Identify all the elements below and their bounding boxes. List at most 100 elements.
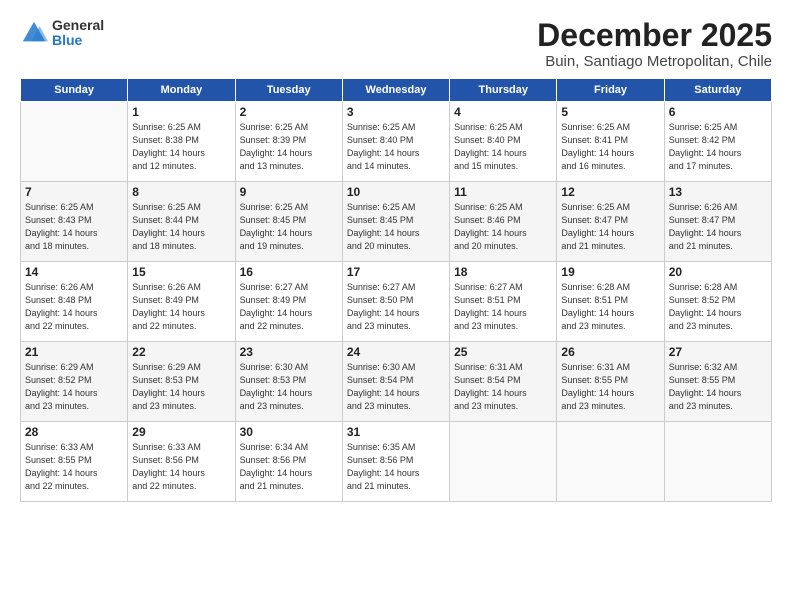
day-number: 6 xyxy=(669,105,767,119)
day-cell: 7 Sunrise: 6:25 AM Sunset: 8:43 PM Daylig… xyxy=(21,182,128,262)
month-title: December 2025 xyxy=(537,18,772,53)
day-cell: 25Sunrise: 6:31 AM Sunset: 8:54 PM Dayli… xyxy=(450,342,557,422)
day-number: 26 xyxy=(561,345,659,359)
day-info: Sunrise: 6:31 AM Sunset: 8:55 PM Dayligh… xyxy=(561,361,659,413)
logo-icon xyxy=(20,19,48,47)
day-info: Sunrise: 6:28 AM Sunset: 8:52 PM Dayligh… xyxy=(669,281,767,333)
day-info: Sunrise: 6:28 AM Sunset: 8:51 PM Dayligh… xyxy=(561,281,659,333)
header-cell-thursday: Thursday xyxy=(450,79,557,102)
day-number: 11 xyxy=(454,185,552,199)
day-cell: 24 Sunrise: 6:30 AM Sunset: 8:54 PM Dayli… xyxy=(342,342,449,422)
day-info: Sunrise: 6:27 AM Sunset: 8:51 PM Dayligh… xyxy=(454,281,552,333)
day-number: 7 xyxy=(25,185,123,199)
day-number: 2 xyxy=(240,105,338,119)
day-info: Sunrise: 6:25 AM Sunset: 8:47 PM Dayligh… xyxy=(561,201,659,253)
day-number: 10 xyxy=(347,185,445,199)
day-cell: 13 Sunrise: 6:26 AM Sunset: 8:47 PM Dayli… xyxy=(664,182,771,262)
day-number: 8 xyxy=(132,185,230,199)
day-number: 22 xyxy=(132,345,230,359)
day-info: Sunrise: 6:33 AM Sunset: 8:55 PM Dayligh… xyxy=(25,441,123,493)
day-cell: 3 Sunrise: 6:25 AM Sunset: 8:40 PM Daylig… xyxy=(342,102,449,182)
day-info: Sunrise: 6:25 AM Sunset: 8:43 PM Dayligh… xyxy=(25,201,123,253)
day-info: Sunrise: 6:30 AM Sunset: 8:54 PM Dayligh… xyxy=(347,361,445,413)
day-info: Sunrise: 6:25 AM Sunset: 8:45 PM Dayligh… xyxy=(240,201,338,253)
day-cell: 10 Sunrise: 6:25 AM Sunset: 8:45 PM Dayli… xyxy=(342,182,449,262)
day-cell: 1Sunrise: 6:25 AM Sunset: 8:38 PM Daylig… xyxy=(128,102,235,182)
header-row: SundayMondayTuesdayWednesdayThursdayFrid… xyxy=(21,79,772,102)
header-cell-tuesday: Tuesday xyxy=(235,79,342,102)
day-cell: 16Sunrise: 6:27 AM Sunset: 8:49 PM Dayli… xyxy=(235,262,342,342)
calendar-header: SundayMondayTuesdayWednesdayThursdayFrid… xyxy=(21,79,772,102)
week-row-1: 7 Sunrise: 6:25 AM Sunset: 8:43 PM Daylig… xyxy=(21,182,772,262)
subtitle: Buin, Santiago Metropolitan, Chile xyxy=(537,53,772,70)
day-cell: 20 Sunrise: 6:28 AM Sunset: 8:52 PM Dayli… xyxy=(664,262,771,342)
day-number: 23 xyxy=(240,345,338,359)
logo-general: General xyxy=(52,18,104,33)
day-number: 13 xyxy=(669,185,767,199)
day-cell: 27Sunrise: 6:32 AM Sunset: 8:55 PM Dayli… xyxy=(664,342,771,422)
day-cell: 17 Sunrise: 6:27 AM Sunset: 8:50 PM Dayli… xyxy=(342,262,449,342)
day-cell: 11 Sunrise: 6:25 AM Sunset: 8:46 PM Dayli… xyxy=(450,182,557,262)
day-number: 31 xyxy=(347,425,445,439)
day-number: 21 xyxy=(25,345,123,359)
calendar-table: SundayMondayTuesdayWednesdayThursdayFrid… xyxy=(20,78,772,502)
header-cell-sunday: Sunday xyxy=(21,79,128,102)
day-info: Sunrise: 6:25 AM Sunset: 8:45 PM Dayligh… xyxy=(347,201,445,253)
day-number: 17 xyxy=(347,265,445,279)
day-number: 24 xyxy=(347,345,445,359)
header: General Blue December 2025 Buin, Santiag… xyxy=(20,18,772,70)
day-number: 4 xyxy=(454,105,552,119)
day-info: Sunrise: 6:29 AM Sunset: 8:52 PM Dayligh… xyxy=(25,361,123,413)
day-info: Sunrise: 6:30 AM Sunset: 8:53 PM Dayligh… xyxy=(240,361,338,413)
day-cell: 9 Sunrise: 6:25 AM Sunset: 8:45 PM Daylig… xyxy=(235,182,342,262)
day-cell xyxy=(21,102,128,182)
day-cell: 21 Sunrise: 6:29 AM Sunset: 8:52 PM Dayli… xyxy=(21,342,128,422)
day-cell: 14Sunrise: 6:26 AM Sunset: 8:48 PM Dayli… xyxy=(21,262,128,342)
header-cell-saturday: Saturday xyxy=(664,79,771,102)
week-row-4: 28 Sunrise: 6:33 AM Sunset: 8:55 PM Dayli… xyxy=(21,422,772,502)
day-info: Sunrise: 6:33 AM Sunset: 8:56 PM Dayligh… xyxy=(132,441,230,493)
day-cell xyxy=(450,422,557,502)
page: General Blue December 2025 Buin, Santiag… xyxy=(0,0,792,512)
day-number: 28 xyxy=(25,425,123,439)
day-cell: 12Sunrise: 6:25 AM Sunset: 8:47 PM Dayli… xyxy=(557,182,664,262)
day-number: 19 xyxy=(561,265,659,279)
day-cell xyxy=(664,422,771,502)
day-cell: 4Sunrise: 6:25 AM Sunset: 8:40 PM Daylig… xyxy=(450,102,557,182)
day-cell: 6 Sunrise: 6:25 AM Sunset: 8:42 PM Daylig… xyxy=(664,102,771,182)
day-cell: 5Sunrise: 6:25 AM Sunset: 8:41 PM Daylig… xyxy=(557,102,664,182)
day-cell: 23 Sunrise: 6:30 AM Sunset: 8:53 PM Dayli… xyxy=(235,342,342,422)
day-info: Sunrise: 6:34 AM Sunset: 8:56 PM Dayligh… xyxy=(240,441,338,493)
day-number: 27 xyxy=(669,345,767,359)
day-cell: 28 Sunrise: 6:33 AM Sunset: 8:55 PM Dayli… xyxy=(21,422,128,502)
day-info: Sunrise: 6:25 AM Sunset: 8:41 PM Dayligh… xyxy=(561,121,659,173)
day-info: Sunrise: 6:25 AM Sunset: 8:42 PM Dayligh… xyxy=(669,121,767,173)
header-cell-wednesday: Wednesday xyxy=(342,79,449,102)
logo: General Blue xyxy=(20,18,104,49)
day-info: Sunrise: 6:25 AM Sunset: 8:40 PM Dayligh… xyxy=(347,121,445,173)
day-cell: 15Sunrise: 6:26 AM Sunset: 8:49 PM Dayli… xyxy=(128,262,235,342)
day-number: 1 xyxy=(132,105,230,119)
day-number: 3 xyxy=(347,105,445,119)
day-cell: 18 Sunrise: 6:27 AM Sunset: 8:51 PM Dayli… xyxy=(450,262,557,342)
day-info: Sunrise: 6:26 AM Sunset: 8:47 PM Dayligh… xyxy=(669,201,767,253)
day-info: Sunrise: 6:26 AM Sunset: 8:48 PM Dayligh… xyxy=(25,281,123,333)
day-info: Sunrise: 6:25 AM Sunset: 8:46 PM Dayligh… xyxy=(454,201,552,253)
day-cell: 19 Sunrise: 6:28 AM Sunset: 8:51 PM Dayli… xyxy=(557,262,664,342)
header-cell-friday: Friday xyxy=(557,79,664,102)
week-row-0: 1Sunrise: 6:25 AM Sunset: 8:38 PM Daylig… xyxy=(21,102,772,182)
day-cell: 22Sunrise: 6:29 AM Sunset: 8:53 PM Dayli… xyxy=(128,342,235,422)
day-number: 18 xyxy=(454,265,552,279)
day-number: 29 xyxy=(132,425,230,439)
day-info: Sunrise: 6:27 AM Sunset: 8:50 PM Dayligh… xyxy=(347,281,445,333)
logo-blue: Blue xyxy=(52,33,104,48)
day-number: 9 xyxy=(240,185,338,199)
header-cell-monday: Monday xyxy=(128,79,235,102)
day-number: 20 xyxy=(669,265,767,279)
title-block: December 2025 Buin, Santiago Metropolita… xyxy=(537,18,772,70)
day-info: Sunrise: 6:31 AM Sunset: 8:54 PM Dayligh… xyxy=(454,361,552,413)
day-cell: 31 Sunrise: 6:35 AM Sunset: 8:56 PM Dayli… xyxy=(342,422,449,502)
day-info: Sunrise: 6:35 AM Sunset: 8:56 PM Dayligh… xyxy=(347,441,445,493)
week-row-2: 14Sunrise: 6:26 AM Sunset: 8:48 PM Dayli… xyxy=(21,262,772,342)
day-cell: 2Sunrise: 6:25 AM Sunset: 8:39 PM Daylig… xyxy=(235,102,342,182)
